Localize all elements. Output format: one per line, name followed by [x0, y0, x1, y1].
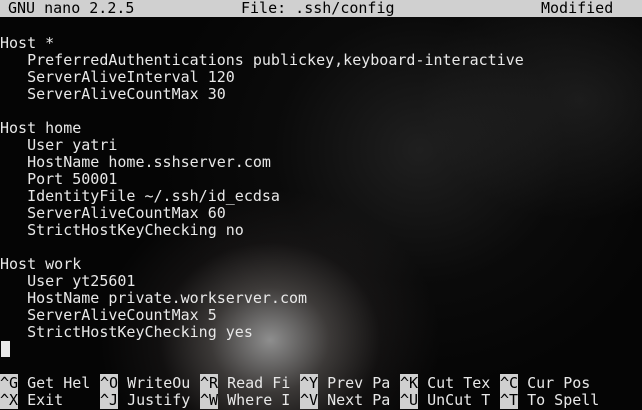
editor-line[interactable]: StrictHostKeyChecking no — [0, 222, 244, 239]
nano-title-bar: GNU nano 2.2.5 File: .ssh/config Modifie… — [0, 0, 642, 17]
editor-line[interactable]: ServerAliveCountMax 60 — [0, 205, 226, 222]
shortcut-key: ^K — [400, 374, 419, 392]
editor-line[interactable]: IdentityFile ~/.ssh/id_ecdsa — [0, 188, 280, 205]
terminal-window: GNU nano 2.2.5 File: .ssh/config Modifie… — [0, 0, 642, 410]
editor-line[interactable]: HostName home.sshserver.com — [0, 154, 271, 171]
shortcut-label: Cut Tex — [418, 374, 491, 392]
shortcut-label: UnCut T — [418, 391, 491, 409]
editor-line[interactable]: User yatri — [0, 137, 117, 154]
editor-line[interactable]: HostName private.workserver.com — [0, 290, 307, 307]
shortcut-justify[interactable]: ^J Justify — [100, 391, 191, 409]
editor-line[interactable]: Port 50001 — [0, 171, 117, 188]
shortcut-to-spell[interactable]: ^T To Spell — [500, 391, 600, 409]
shortcut-label: Get Hel — [18, 374, 91, 392]
shortcut-key: ^X — [0, 391, 19, 409]
shortcut-label: Prev Pa — [318, 374, 391, 392]
shortcut-label: Justify — [118, 391, 191, 409]
text-cursor — [1, 341, 10, 357]
shortcut-key: ^G — [0, 374, 19, 392]
shortcut-key: ^R — [200, 374, 219, 392]
shortcut-key: ^Y — [300, 374, 319, 392]
shortcut-cut-text[interactable]: ^K Cut Tex — [400, 374, 491, 392]
shortcut-label: Exit — [18, 391, 64, 409]
editor-line[interactable]: Host home — [0, 120, 81, 137]
shortcut-uncut-text[interactable]: ^U UnCut T — [400, 391, 491, 409]
editor-line[interactable]: User yt25601 — [0, 273, 135, 290]
shortcut-key: ^O — [100, 374, 119, 392]
shortcut-key: ^U — [400, 391, 419, 409]
editor-line[interactable]: Host * — [0, 35, 54, 52]
editor-line[interactable]: ServerAliveCountMax 5 — [0, 307, 217, 324]
shortcut-key: ^W — [200, 391, 219, 409]
shortcut-label: Where I — [218, 391, 291, 409]
shortcut-prev-page[interactable]: ^Y Prev Pa — [300, 374, 391, 392]
shortcut-label: Read Fi — [218, 374, 291, 392]
shortcut-key: ^C — [500, 374, 519, 392]
editor-line[interactable]: Host work — [0, 256, 81, 273]
editor-line[interactable]: PreferredAuthentications publickey,keybo… — [0, 52, 524, 69]
editor-line[interactable]: StrictHostKeyChecking yes — [0, 324, 253, 341]
shortcut-key: ^V — [300, 391, 319, 409]
shortcut-get-help[interactable]: ^G Get Hel — [0, 374, 91, 392]
shortcut-label: WriteOu — [118, 374, 191, 392]
shortcut-label: To Spell — [518, 391, 600, 409]
shortcut-key: ^T — [500, 391, 519, 409]
app-version-label: GNU nano 2.2.5 — [8, 0, 135, 17]
shortcut-key: ^J — [100, 391, 119, 409]
shortcut-label: Cur Pos — [518, 374, 591, 392]
shortcut-next-page[interactable]: ^V Next Pa — [300, 391, 391, 409]
shortcut-label: Next Pa — [318, 391, 391, 409]
editor-line[interactable]: ServerAliveCountMax 30 — [0, 86, 226, 103]
shortcut-read-file[interactable]: ^R Read Fi — [200, 374, 291, 392]
shortcut-exit[interactable]: ^X Exit — [0, 391, 64, 409]
editor-line[interactable]: ServerAliveInterval 120 — [0, 69, 235, 86]
file-name-label: File: .ssh/config — [241, 0, 395, 17]
shortcut-write-out[interactable]: ^O WriteOu — [100, 374, 191, 392]
shortcut-cur-pos[interactable]: ^C Cur Pos — [500, 374, 591, 392]
shortcut-where-is[interactable]: ^W Where I — [200, 391, 291, 409]
modified-status-label: Modified — [541, 0, 614, 17]
